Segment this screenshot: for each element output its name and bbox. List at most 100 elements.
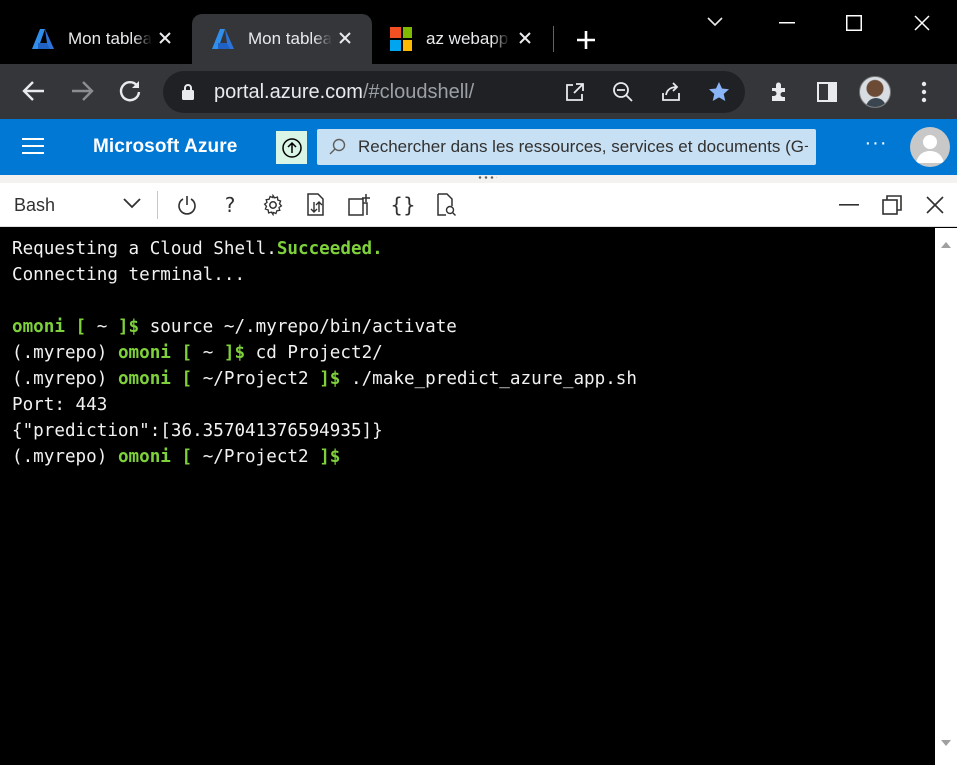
terminal-segment: {"prediction":[36.357041376594935]} <box>12 421 383 441</box>
tab-separator <box>553 26 554 52</box>
scroll-up-arrow-icon[interactable] <box>941 242 951 248</box>
menu-hamburger-icon[interactable] <box>22 138 44 155</box>
restart-power-icon[interactable] <box>174 192 200 218</box>
azure-logo-icon <box>32 28 54 50</box>
terminal-segment: (.myrepo) <box>12 447 118 467</box>
url-text: portal.azure.com/#cloudshell/ <box>214 81 474 104</box>
search-placeholder: Rechercher dans les ressources, services… <box>358 137 808 156</box>
terminal-segment: ]$ <box>213 343 246 363</box>
browser-toolbar: portal.azure.com/#cloudshell/ <box>0 64 957 119</box>
share-icon[interactable] <box>659 80 683 104</box>
upgrade-arrow-icon[interactable] <box>276 131 307 164</box>
terminal[interactable]: Requesting a Cloud Shell.Succeeded. Conne… <box>0 228 935 765</box>
plus-icon <box>577 31 595 49</box>
profile-avatar[interactable] <box>859 76 891 108</box>
terminal-segment: Succeeded. <box>276 239 383 259</box>
help-icon[interactable]: ? <box>217 192 243 218</box>
editor-braces-icon[interactable]: {} <box>390 192 416 218</box>
terminal-line: (.myrepo) omoni [ ~/Project2 ]$ ./make_p… <box>12 366 637 392</box>
browser-tab-strip: Mon tableau de bord - Microsoft Azure Mo… <box>0 0 957 64</box>
terminal-segment: [ <box>170 369 203 389</box>
reload-icon[interactable] <box>115 76 145 106</box>
open-in-app-icon[interactable] <box>563 80 587 104</box>
back-arrow-icon[interactable] <box>19 76 49 106</box>
scroll-down-arrow-icon[interactable] <box>941 740 951 746</box>
toolbar-divider <box>157 191 158 219</box>
terminal-segment: ~ <box>96 317 108 337</box>
chevron-down-icon[interactable] <box>705 14 727 34</box>
account-avatar[interactable] <box>910 127 950 167</box>
minimize-window-button[interactable] <box>753 0 821 46</box>
tab-title: Mon tableau de bord - Microsoft Azure <box>68 29 152 48</box>
browser-tab-active[interactable]: Mon tableau de bord - Microsoft Azure <box>192 14 372 64</box>
url-host: portal.azure.com <box>214 81 363 103</box>
more-vertical-icon[interactable] <box>910 78 938 106</box>
terminal-segment: [ <box>170 447 203 467</box>
terminal-segment: ]$ <box>308 447 341 467</box>
terminal-segment: Port: 443 <box>12 395 108 415</box>
terminal-segment: (.myrepo) <box>12 369 118 389</box>
cloudshell-toolbar: Bash ? {} <box>0 183 957 227</box>
azure-logo-icon <box>212 28 234 50</box>
terminal-line: (.myrepo) omoni [ ~/Project2 ]$ <box>12 444 637 470</box>
extensions-puzzle-icon[interactable] <box>766 78 794 106</box>
close-tab-icon[interactable] <box>334 27 356 49</box>
chevron-down-icon <box>122 196 142 214</box>
address-bar[interactable]: portal.azure.com/#cloudshell/ <box>163 71 745 113</box>
maximize-panel-icon[interactable] <box>879 192 905 218</box>
brand-title[interactable]: Microsoft Azure <box>93 136 237 158</box>
more-horizontal-icon[interactable]: ··· <box>862 133 890 159</box>
terminal-segment: [ <box>170 343 203 363</box>
new-tab-button[interactable] <box>572 28 600 52</box>
upload-download-file-icon[interactable] <box>303 192 329 218</box>
tab-title: Mon tableau de bord - Microsoft Azure <box>248 29 332 48</box>
resize-grip[interactable] <box>0 175 957 183</box>
terminal-segment: ./make_predict_azure_app.sh <box>340 369 637 389</box>
terminal-segment: ~/Project2 <box>202 369 309 389</box>
browser-tab[interactable]: az webapp <box>372 14 552 64</box>
terminal-segment: Connecting terminal... <box>12 265 246 285</box>
terminal-line: Requesting a Cloud Shell.Succeeded. <box>12 236 637 262</box>
terminal-segment: cd Project2/ <box>245 343 383 363</box>
tab-title: az webapp <box>426 29 509 48</box>
side-panel-icon[interactable] <box>813 78 841 106</box>
terminal-segment: source ~/.myrepo/bin/activate <box>139 317 457 337</box>
terminal-output: Requesting a Cloud Shell.Succeeded. Conne… <box>12 236 637 470</box>
close-tab-icon[interactable] <box>514 27 536 49</box>
close-tab-icon[interactable] <box>154 27 176 49</box>
terminal-scrollbar[interactable] <box>935 228 957 765</box>
terminal-line: Connecting terminal... <box>12 262 637 288</box>
terminal-segment: omoni <box>117 343 171 363</box>
terminal-segment: omoni <box>12 317 65 337</box>
terminal-segment: ]$ <box>308 369 341 389</box>
shell-type-value: Bash <box>14 194 56 215</box>
settings-gear-icon[interactable] <box>260 192 286 218</box>
terminal-line: {"prediction":[36.357041376594935]} <box>12 418 637 444</box>
terminal-segment: [ <box>64 317 97 337</box>
terminal-line: omoni [ ~ ]$ source ~/.myrepo/bin/activa… <box>12 314 637 340</box>
azure-header: Microsoft Azure Rechercher dans les ress… <box>0 119 957 175</box>
bookmark-star-icon[interactable] <box>707 80 731 104</box>
terminal-segment: ~ <box>202 343 214 363</box>
terminal-line: (.myrepo) omoni [ ~ ]$ cd Project2/ <box>12 340 637 366</box>
microsoft-logo-icon <box>390 27 412 51</box>
url-path: /#cloudshell/ <box>362 81 475 103</box>
web-preview-icon[interactable] <box>433 192 459 218</box>
close-window-button[interactable] <box>888 0 956 46</box>
shell-type-select[interactable]: Bash <box>0 183 150 227</box>
close-panel-icon[interactable] <box>922 192 948 218</box>
browser-tab[interactable]: Mon tableau de bord - Microsoft Azure <box>0 14 192 64</box>
terminal-line: Port: 443 <box>12 392 637 418</box>
zoom-out-icon[interactable] <box>611 80 635 104</box>
lock-icon[interactable] <box>181 83 195 105</box>
search-input[interactable]: Rechercher dans les ressources, services… <box>317 129 816 165</box>
minimize-panel-icon[interactable] <box>836 192 862 218</box>
terminal-segment: Requesting a Cloud Shell. <box>12 239 277 259</box>
new-session-icon[interactable] <box>346 192 372 218</box>
terminal-segment: (.myrepo) <box>12 343 118 363</box>
terminal-segment: omoni <box>117 447 171 467</box>
forward-arrow-icon[interactable] <box>67 76 97 106</box>
maximize-window-button[interactable] <box>820 0 888 46</box>
terminal-segment: ]$ <box>107 317 140 337</box>
